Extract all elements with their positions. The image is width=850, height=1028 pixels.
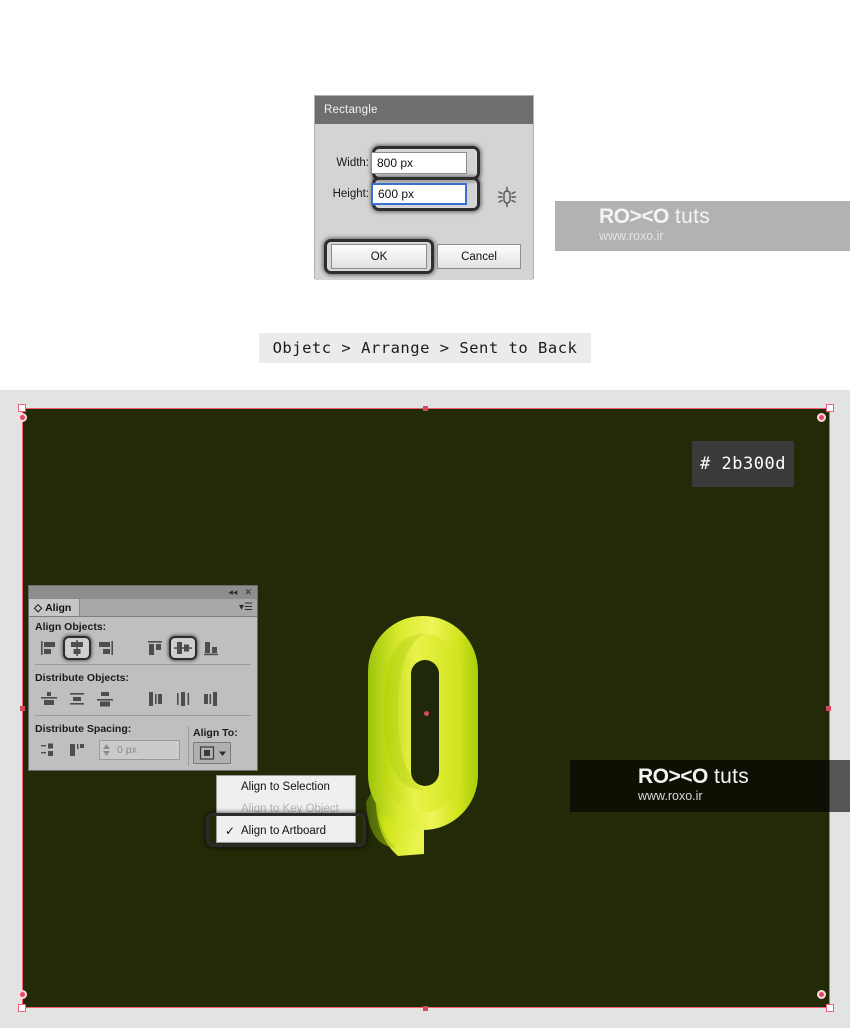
close-icon[interactable]: ✕ xyxy=(244,588,252,597)
chevron-down-icon xyxy=(218,751,226,756)
menu-item-align-to-artboard[interactable]: ✓ Align to Artboard xyxy=(217,820,355,842)
selection-handle-bottom-right[interactable] xyxy=(826,1004,834,1012)
panel-grip-icon: ◇ xyxy=(34,601,43,614)
anchor-point-bottom-right[interactable] xyxy=(817,990,826,999)
stepper-arrows[interactable] xyxy=(100,743,112,757)
watermark-brand: RO><O tuts xyxy=(599,206,850,227)
align-panel: ◂◂ ✕ ◇ Align ▾☰ Align Objects: Distribut… xyxy=(28,585,258,771)
menu-item-align-to-key-object: Align to Key Object xyxy=(217,798,355,820)
watermark-brand-light: tuts xyxy=(707,765,750,789)
check-icon: ✓ xyxy=(225,824,236,838)
tab-align[interactable]: ◇ Align xyxy=(29,599,81,616)
section-distribute-spacing: Distribute Spacing: 0 px Align To: xyxy=(29,719,257,770)
align-to-label: Align To: xyxy=(193,727,238,739)
align-objects-title: Align Objects: xyxy=(35,621,107,633)
center-mark-top xyxy=(423,406,428,411)
distribute-horizontal-right-button[interactable] xyxy=(197,687,225,711)
tab-align-label: Align xyxy=(45,601,72,614)
center-mark-bottom xyxy=(423,1006,428,1011)
section-divider-vertical xyxy=(188,726,189,766)
align-left-edges-button[interactable] xyxy=(35,636,63,660)
panel-tab-fill: ▾☰ xyxy=(80,599,257,616)
anchor-point-top-right[interactable] xyxy=(817,413,826,422)
watermark-brand-bold: RO><O xyxy=(638,765,708,789)
menu-item-label: Align to Key Object xyxy=(241,803,339,815)
panel-titlebar: ◂◂ ✕ xyxy=(29,586,257,599)
height-row: Height: 600 px xyxy=(323,183,467,205)
width-label: Width: xyxy=(336,157,369,169)
panel-tab-row: ◇ Align ▾☰ xyxy=(29,599,257,617)
rectangle-dialog: Rectangle Width: 800 px Height: 600 px O… xyxy=(314,95,534,280)
watermark-url: www.roxo.ir xyxy=(638,789,703,804)
cancel-button[interactable]: Cancel xyxy=(437,244,521,269)
distribute-vertical-spacing-button[interactable] xyxy=(35,738,63,762)
divider-2 xyxy=(35,715,251,716)
menu-item-align-to-selection[interactable]: Align to Selection xyxy=(217,776,355,798)
selection-handle-top-left[interactable] xyxy=(18,404,26,412)
section-align-objects: Align Objects: xyxy=(29,617,257,668)
align-objects-buttons xyxy=(35,636,251,660)
spacing-value[interactable]: 0 px xyxy=(112,744,179,756)
broken-chain-icon[interactable] xyxy=(496,186,518,213)
menu-item-label: Align to Selection xyxy=(241,781,330,793)
spacing-stepper[interactable]: 0 px xyxy=(99,740,180,760)
breadcrumb: Objetc > Arrange > Sent to Back xyxy=(259,333,591,363)
section-distribute-objects: Distribute Objects: xyxy=(29,668,257,719)
ok-button[interactable]: OK xyxy=(331,244,427,269)
dialog-titlebar: Rectangle xyxy=(315,96,533,124)
selection-handle-top-right[interactable] xyxy=(826,404,834,412)
watermark-url: www.roxo.ir xyxy=(599,229,664,244)
height-label: Height: xyxy=(332,188,369,200)
distribute-objects-title: Distribute Objects: xyxy=(35,672,129,684)
watermark-bottom: RO><O tuts www.roxo.ir xyxy=(570,760,850,812)
collapse-double-arrow-icon[interactable]: ◂◂ xyxy=(228,588,237,597)
anchor-point-top-left[interactable] xyxy=(18,413,27,422)
align-to-group: Align To: xyxy=(193,727,251,764)
watermark-top: RO><O tuts www.roxo.ir xyxy=(555,201,850,251)
align-to-dropdown[interactable] xyxy=(193,742,231,764)
center-mark-left xyxy=(20,706,25,711)
dialog-title: Rectangle xyxy=(324,104,378,116)
align-vertical-center-button[interactable] xyxy=(169,636,197,660)
align-to-menu: Align to Selection Align to Key Object ✓… xyxy=(216,775,356,843)
divider-1 xyxy=(35,664,251,665)
center-mark-right xyxy=(826,706,831,711)
distribute-horizontal-center-button[interactable] xyxy=(169,687,197,711)
width-row: Width: 800 px xyxy=(323,152,467,174)
align-right-edges-button[interactable] xyxy=(91,636,119,660)
artwork-letter-q[interactable] xyxy=(358,612,498,862)
distribute-vertical-center-button[interactable] xyxy=(63,687,91,711)
distribute-horizontal-left-button[interactable] xyxy=(141,687,169,711)
panel-menu-icon[interactable]: ▾☰ xyxy=(239,602,253,613)
watermark-brand-bold: RO><O xyxy=(599,205,669,229)
menu-item-label: Align to Artboard xyxy=(241,825,327,837)
artwork-center-point xyxy=(424,711,429,716)
watermark-brand-light: tuts xyxy=(668,205,711,229)
distribute-vertical-bottom-button[interactable] xyxy=(91,687,119,711)
distribute-objects-buttons xyxy=(35,687,251,711)
selection-handle-bottom-left[interactable] xyxy=(18,1004,26,1012)
align-horizontal-center-button[interactable] xyxy=(63,636,91,660)
height-input[interactable]: 600 px xyxy=(371,183,467,205)
watermark-brand: RO><O tuts xyxy=(614,766,850,787)
align-bottom-edges-button[interactable] xyxy=(197,636,225,660)
hex-color-badge: # 2b300d xyxy=(692,441,794,487)
width-input[interactable]: 800 px xyxy=(371,152,467,174)
dialog-body: Width: 800 px Height: 600 px OK Cancel xyxy=(315,124,533,280)
anchor-point-bottom-left[interactable] xyxy=(18,990,27,999)
distribute-vertical-top-button[interactable] xyxy=(35,687,63,711)
align-top-edges-button[interactable] xyxy=(141,636,169,660)
distribute-horizontal-spacing-button[interactable] xyxy=(63,738,91,762)
